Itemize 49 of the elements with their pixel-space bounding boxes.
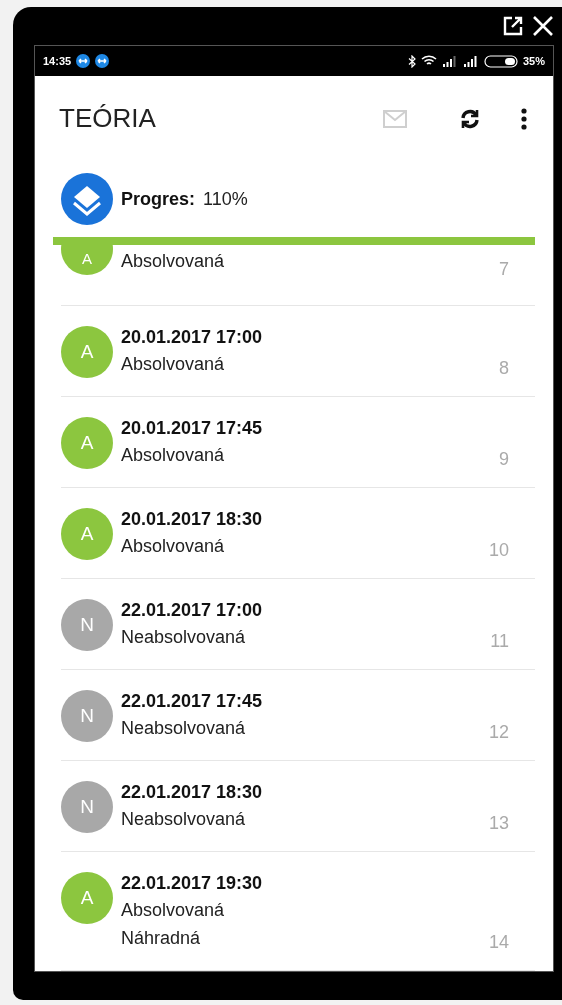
session-number: 12 [488,721,509,744]
remote-app-icon [95,54,110,68]
external-link-icon[interactable] [502,15,524,37]
session-number: 13 [488,812,509,835]
session-status: Neabsolvovaná [121,626,247,649]
session-date: 20.01.2017 17:45 [121,417,264,440]
session-number: 10 [488,539,509,562]
remote-app-icon [76,54,91,68]
session-date: 20.01.2017 17:00 [121,326,264,349]
avatar-letter: A [80,521,94,546]
session-date: 20.01.2017 18:30 [121,508,264,531]
session-number: 14 [488,931,509,954]
layers-icon [61,173,113,226]
page-title: TEÓRIA [59,102,157,136]
avatar-letter: A [82,248,92,269]
progress-value: 110% [203,187,248,211]
session-number: 8 [499,357,509,380]
session-date: 22.01.2017 18:30 [121,781,264,804]
avatar-letter: A [80,339,94,364]
bluetooth-icon [407,54,416,68]
session-status: Absolvovaná [121,353,226,376]
session-status: Neabsolvovaná [121,717,247,740]
session-number: 9 [499,448,509,471]
avatar-letter: A [80,885,94,910]
refresh-icon[interactable] [459,107,481,130]
session-status: Neabsolvovaná [121,808,247,831]
session-status: Absolvovaná [121,899,226,922]
wifi-icon [420,55,437,67]
session-date: 22.01.2017 19:30 [121,872,264,895]
progress-label: Progres: [121,187,196,211]
session-status: Absolvovaná [121,250,226,273]
avatar-letter: A [80,430,94,455]
session-number: 11 [490,630,509,653]
session-date: 22.01.2017 17:45 [121,690,264,713]
signal-icon [441,55,458,67]
session-status: Absolvovaná [121,444,226,467]
battery-icon [483,54,518,68]
avatar-letter: N [80,794,94,819]
session-note: Náhradná [121,927,202,950]
session-date: 22.01.2017 17:00 [121,599,264,622]
signal-icon [462,55,479,67]
avatar-letter: N [80,612,94,637]
avatar-letter: N [80,703,94,728]
battery-percent: 35% [522,53,545,69]
session-status: Absolvovaná [121,535,226,558]
session-number: 7 [499,258,509,281]
close-icon[interactable] [532,15,554,37]
more-icon[interactable] [521,107,527,130]
status-time: 14:35 [43,53,72,69]
